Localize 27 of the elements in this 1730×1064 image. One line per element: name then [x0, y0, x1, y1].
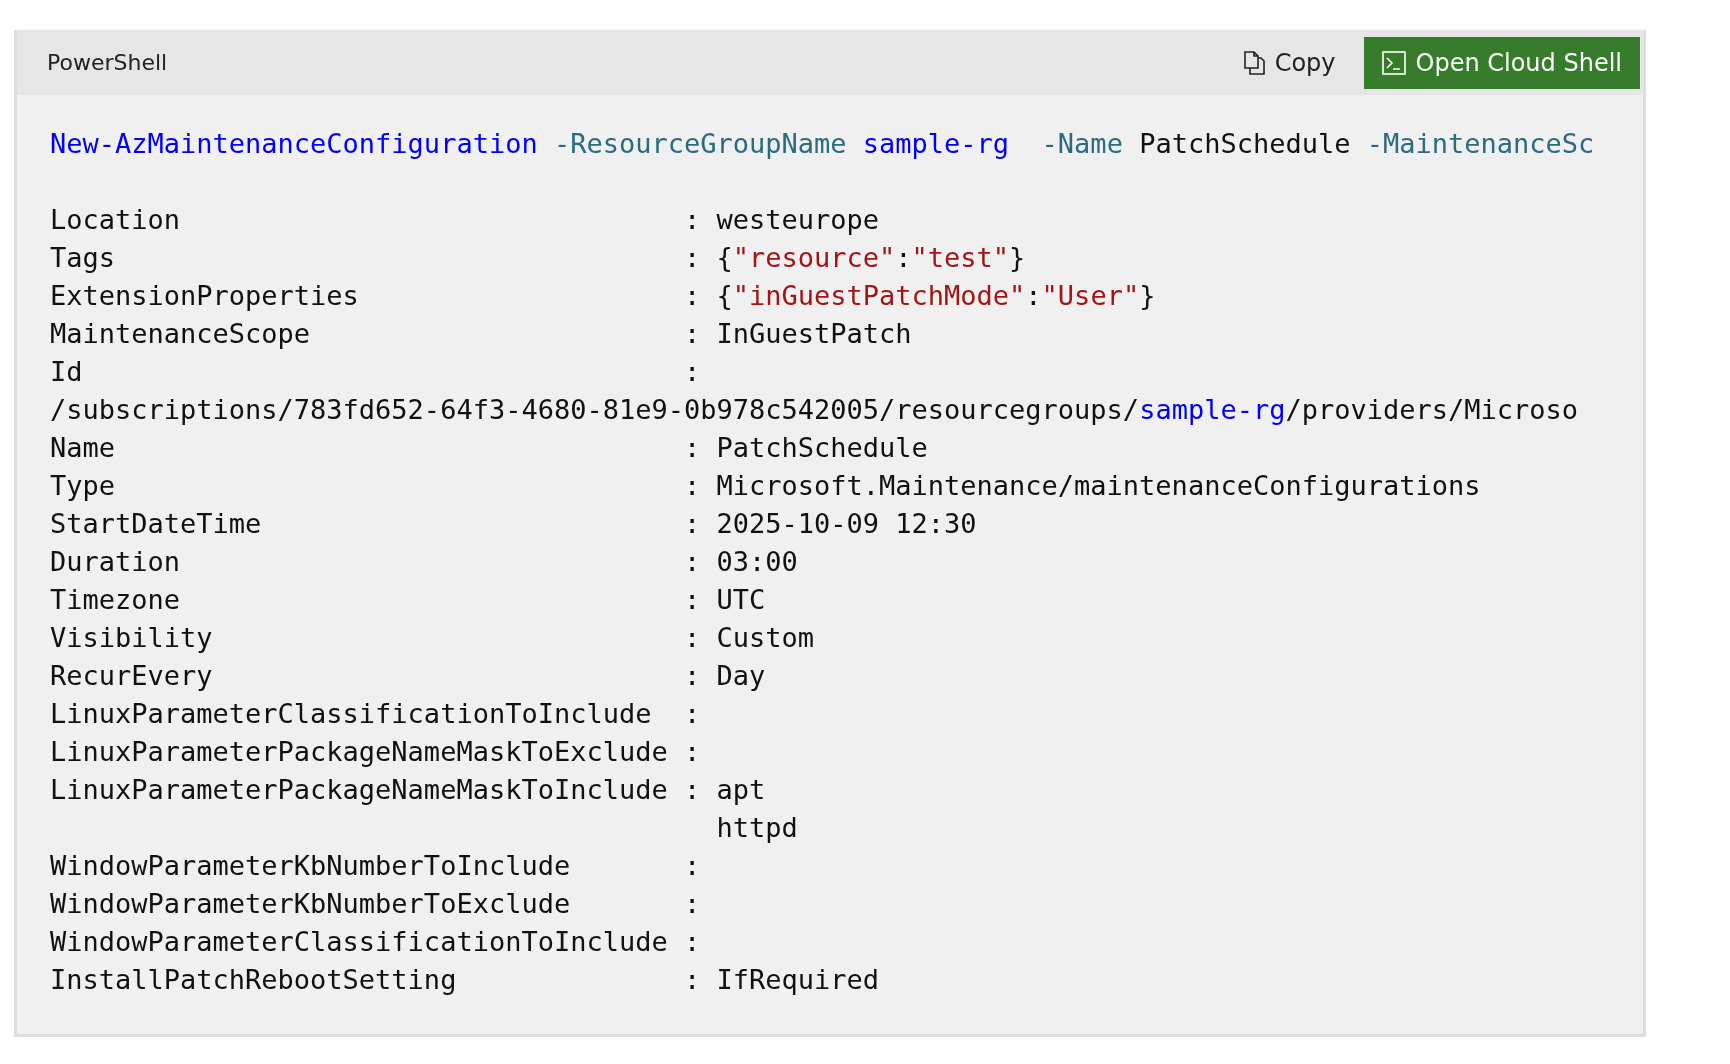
- output-line: /subscriptions/783fd652-64f3-4680-81e9-0b978c542005/resourcegroups/sample-rg/providers/Microso: [50, 393, 1579, 427]
- output-line: ExtensionProperties : {"inGuestPatchMode":"User"}: [50, 279, 1156, 313]
- output-line: RecurEvery : Day: [50, 659, 766, 693]
- output-line: StartDateTime : 2025-10-09 12:30: [50, 507, 977, 541]
- output-line: Name : PatchSchedule: [50, 431, 928, 465]
- language-label: PowerShell: [47, 50, 168, 75]
- terminal-icon: [1381, 50, 1406, 75]
- output-line: InstallPatchRebootSetting : IfRequired: [50, 963, 880, 997]
- output-line: WindowParameterKbNumberToInclude :: [50, 849, 701, 883]
- output-line: WindowParameterClassificationToInclude :: [50, 925, 701, 959]
- output-line: WindowParameterKbNumberToExclude :: [50, 887, 701, 921]
- output-line: Type : Microsoft.Maintenance/maintenanceConfigurations: [50, 469, 1481, 503]
- output-line: Visibility : Custom: [50, 621, 814, 655]
- copy-button[interactable]: Copy: [1238, 42, 1340, 83]
- output-line: httpd: [715, 811, 798, 845]
- output-line: Timezone : UTC: [50, 583, 766, 617]
- output-line: MaintenanceScope : InGuestPatch: [50, 317, 912, 351]
- output-line: LinuxParameterPackageNameMaskToExclude :: [50, 735, 701, 769]
- open-cloud-shell-button[interactable]: Open Cloud Shell: [1363, 36, 1640, 89]
- output-line: Tags : {"resource":"test"}: [50, 241, 1026, 275]
- output-line: Location : westeurope: [50, 203, 880, 237]
- output-line: Id :: [50, 355, 701, 389]
- output-line: LinuxParameterPackageNameMaskToInclude : apt: [50, 773, 766, 807]
- command-line: New-AzMaintenanceConfiguration -ResourceGroupName sample-rg -Name PatchSchedule -MaintenanceSc: [50, 127, 1595, 161]
- copy-icon: [1242, 50, 1265, 75]
- output-line: Duration : 03:00: [50, 545, 798, 579]
- output-line: LinuxParameterClassificationToInclude :: [50, 697, 701, 731]
